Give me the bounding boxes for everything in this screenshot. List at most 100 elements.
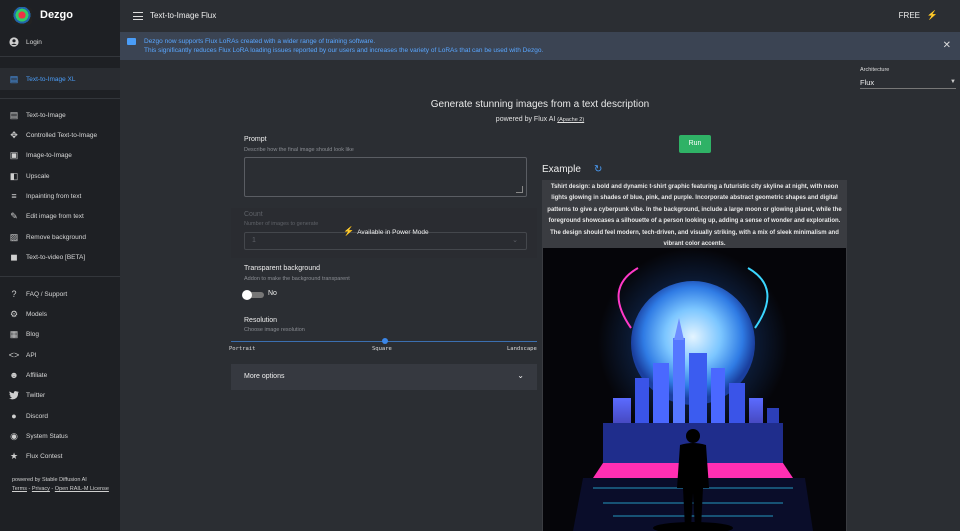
sidebar-link-blog[interactable]: ▦ Blog (0, 326, 120, 342)
code-icon: <> (8, 350, 20, 360)
sidebar-link-faq[interactable]: ? FAQ / Support (0, 286, 120, 302)
sidebar-link-label: Models (26, 310, 47, 318)
more-options-label: More options (244, 373, 285, 380)
sidebar-item-label: Inpainting from text (26, 192, 82, 200)
architecture-select[interactable]: Architecture Flux ▼ (860, 67, 956, 89)
run-button[interactable]: Run (679, 135, 711, 153)
transparent-toggle[interactable] (242, 290, 264, 300)
architecture-label: Architecture (860, 67, 890, 73)
login-label: Login (26, 38, 42, 46)
count-help: Number of images to generate (244, 221, 319, 227)
inpaint-icon: ≡ (11, 191, 17, 201)
prompt-title: Prompt (244, 136, 267, 143)
page-title: Text-to-Image Flux (150, 11, 217, 20)
banner-line-1: Dezgo now supports Flux LoRAs created wi… (144, 38, 376, 45)
lightning-icon: ⚡ (343, 226, 355, 236)
banner-line-2: This significantly reduces Flux LoRA loa… (144, 47, 544, 54)
sidebar-link-label: Affiliate (26, 371, 48, 379)
app-name: Dezgo (40, 9, 73, 21)
upscale-icon: ◧ (9, 170, 19, 181)
plan-badge[interactable]: FREE (899, 11, 920, 20)
license-link[interactable]: (Apache 2) (557, 117, 584, 123)
refresh-icon[interactable]: ↻ (594, 164, 602, 175)
sidebar-link-label: FAQ / Support (26, 290, 68, 298)
edit-text-icon: ✎ (10, 210, 18, 221)
resolution-title: Resolution (244, 317, 278, 324)
people-icon: ☻ (9, 370, 19, 380)
sidebar-item-edit-image[interactable]: ✎ Edit image from text (0, 208, 120, 224)
privacy-link[interactable]: Privacy (32, 486, 50, 492)
terms-link[interactable]: Terms (12, 486, 27, 492)
subhead-text: powered by Flux AI (495, 116, 558, 123)
transparent-state: No (268, 290, 277, 297)
sidebar-item-text-to-video[interactable]: ◼ Text-to-video [BETA] (0, 249, 120, 265)
sidebar-item-controlled-text-to-image[interactable]: ✥ Controlled Text-to-Image (0, 127, 120, 143)
sidebar-item-upscale[interactable]: ◧ Upscale (0, 168, 120, 184)
sidebar-link-label: Twitter (26, 391, 46, 399)
license-link[interactable]: Open RAIL-M License (55, 486, 109, 492)
info-icon (127, 38, 136, 45)
sidebar-item-label: Image-to-Image (26, 151, 72, 159)
move-arrows-icon: ✥ (10, 129, 18, 140)
resolution-slider-thumb[interactable] (382, 338, 388, 344)
sidebar-link-label: Blog (26, 330, 40, 338)
sidebar-item-text-to-image[interactable]: ▤ Text-to-Image (0, 107, 120, 123)
sidebar-link-label: Flux Contest (26, 452, 63, 460)
login-link[interactable]: Login (0, 34, 120, 50)
resolution-option-square[interactable]: Square (372, 346, 392, 352)
sidebar-link-label: System Status (26, 432, 68, 440)
question-icon: ? (11, 289, 17, 299)
count-value: 1 (252, 237, 256, 244)
banner-text: Dezgo now supports Flux LoRAs created wi… (144, 37, 543, 55)
sidebar-link-system-status[interactable]: ◉ System Status (0, 428, 120, 444)
subheadline: powered by Flux AI (Apache 2) (120, 116, 960, 123)
sidebar-item-label: Edit image from text (26, 212, 84, 220)
discord-icon: ● (11, 411, 17, 421)
sidebar-link-discord[interactable]: ● Discord (0, 408, 120, 424)
sidebar-link-affiliate[interactable]: ☻ Affiliate (0, 367, 120, 383)
example-image (543, 248, 846, 531)
divider (0, 98, 120, 99)
resolution-option-portrait[interactable]: Portrait (229, 346, 256, 352)
video-icon: ◼ (10, 251, 18, 262)
architecture-value: Flux (860, 77, 875, 87)
sidebar-item-inpainting[interactable]: ≡ Inpainting from text (0, 188, 120, 204)
headline: Generate stunning images from a text des… (430, 99, 650, 110)
transparent-help: Addon to make the background transparent (244, 276, 350, 282)
sidebar-footer: powered by Stable Diffusion AI Terms - P… (12, 476, 112, 494)
dezgo-logo-icon (12, 7, 32, 25)
sidebar-item-label: Text-to-Image XL (26, 75, 76, 83)
resolution-option-landscape[interactable]: Landscape (507, 346, 537, 352)
hamburger-menu-icon[interactable] (133, 12, 143, 20)
count-title: Count (244, 211, 263, 218)
sidebar-link-flux-contest[interactable]: ★ Flux Contest (0, 448, 120, 464)
resize-handle-icon[interactable] (516, 186, 523, 193)
caret-down-icon: ▼ (950, 79, 956, 85)
sidebar: Dezgo Login ▤ Text-to-Image XL ▤ Text-to… (0, 0, 120, 531)
prompt-input[interactable] (244, 157, 527, 197)
chevron-down-icon: ⌄ (512, 237, 518, 244)
transparent-title: Transparent background (244, 265, 321, 272)
close-icon[interactable]: ✕ (943, 40, 951, 51)
sidebar-link-twitter[interactable]: Twitter (0, 387, 120, 403)
images-icon: ▣ (9, 149, 19, 160)
chat-image-icon: ▤ (9, 109, 19, 120)
sidebar-link-models[interactable]: ⚙ Models (0, 306, 120, 322)
sidebar-item-label: Text-to-video [BETA] (26, 253, 86, 261)
sidebar-link-api[interactable]: <> API (0, 347, 120, 363)
power-mode-notice[interactable]: ⚡ Available in Power Mode (343, 226, 429, 237)
sidebar-item-image-to-image[interactable]: ▣ Image-to-Image (0, 147, 120, 163)
logo[interactable]: Dezgo (0, 0, 120, 32)
blog-icon: ▦ (9, 328, 19, 339)
sidebar-item-text-to-image-xl[interactable]: ▤ Text-to-Image XL (0, 68, 120, 90)
example-card: Tshirt design: a bold and dynamic t-shir… (542, 180, 847, 531)
sidebar-item-remove-background[interactable]: ▨ Remove background (0, 229, 120, 245)
powered-by-text: powered by Stable Diffusion AI (12, 477, 87, 483)
power-mode-label: Available in Power Mode (357, 229, 429, 236)
sidebar-item-label: Text-to-Image (26, 111, 66, 119)
lightning-icon[interactable]: ⚡ (927, 10, 938, 21)
remove-bg-icon: ▨ (9, 231, 19, 242)
more-options-accordion[interactable]: More options ⌄ (231, 364, 537, 390)
star-icon: ★ (9, 450, 19, 461)
sidebar-link-label: API (26, 351, 37, 359)
